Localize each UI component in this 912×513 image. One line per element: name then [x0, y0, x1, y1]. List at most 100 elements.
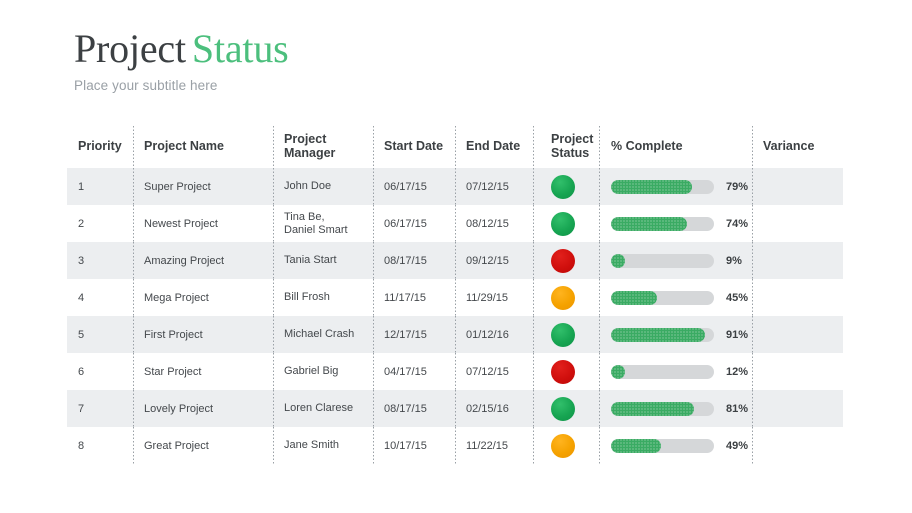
percent-complete-label: 81%	[726, 403, 748, 415]
progress-fill	[611, 365, 625, 379]
cell-project-name: Lovely Project	[133, 390, 273, 427]
status-light-green-icon	[551, 212, 575, 236]
cell-end-date: 01/12/16	[455, 316, 533, 353]
table-header-row: Priority Project Name Project Manager St…	[67, 124, 843, 168]
progress-track	[611, 439, 714, 453]
progress-track	[611, 328, 714, 342]
column-header-priority-label: Priority	[78, 139, 122, 153]
status-light-red-icon	[551, 249, 575, 273]
column-header-project-manager-line2: Manager	[284, 146, 335, 160]
cell-variance	[752, 168, 843, 205]
progress-fill	[611, 439, 661, 453]
cell-project-status	[533, 316, 599, 353]
slide: ProjectStatus Place your subtitle here P…	[0, 0, 912, 513]
cell-percent-complete: 79%	[599, 168, 752, 205]
cell-priority: 8	[67, 427, 133, 464]
cell-variance	[752, 242, 843, 279]
cell-project-manager: Tania Start	[273, 242, 373, 279]
cell-variance	[752, 205, 843, 242]
column-header-start-date-label: Start Date	[384, 139, 443, 153]
cell-priority: 1	[67, 168, 133, 205]
progress-fill	[611, 291, 657, 305]
progress-bar: 81%	[611, 402, 752, 416]
cell-project-manager: Gabriel Big	[273, 353, 373, 390]
cell-variance	[752, 427, 843, 464]
cell-project-name: Star Project	[133, 353, 273, 390]
cell-end-date: 07/12/15	[455, 168, 533, 205]
cell-priority: 2	[67, 205, 133, 242]
progress-track	[611, 402, 714, 416]
column-header-end-date-label: End Date	[466, 139, 520, 153]
status-light-red-icon	[551, 360, 575, 384]
progress-bar: 45%	[611, 291, 752, 305]
cell-priority: 7	[67, 390, 133, 427]
cell-end-date: 08/12/15	[455, 205, 533, 242]
title-block: ProjectStatus Place your subtitle here	[74, 26, 289, 93]
project-manager-line1: Tina Be,	[284, 211, 325, 223]
cell-project-status	[533, 353, 599, 390]
column-header-project-status: Project Status	[533, 124, 599, 168]
cell-project-manager: Jane Smith	[273, 427, 373, 464]
cell-end-date: 07/12/15	[455, 353, 533, 390]
page-title: ProjectStatus	[74, 26, 289, 72]
cell-start-date: 10/17/15	[373, 427, 455, 464]
project-status-table: Priority Project Name Project Manager St…	[67, 124, 843, 464]
cell-percent-complete: 81%	[599, 390, 752, 427]
page-subtitle: Place your subtitle here	[74, 78, 289, 93]
column-header-project-manager: Project Manager	[273, 124, 373, 168]
percent-complete-label: 74%	[726, 218, 748, 230]
table-row[interactable]: 5First ProjectMichael Crash12/17/1501/12…	[67, 316, 843, 353]
status-light-green-icon	[551, 397, 575, 421]
cell-variance	[752, 353, 843, 390]
table-row[interactable]: 3Amazing ProjectTania Start08/17/1509/12…	[67, 242, 843, 279]
percent-complete-label: 9%	[726, 255, 742, 267]
percent-complete-label: 91%	[726, 329, 748, 341]
table-row[interactable]: 2Newest ProjectTina Be,Daniel Smart06/17…	[67, 205, 843, 242]
table-row[interactable]: 4Mega ProjectBill Frosh11/17/1511/29/154…	[67, 279, 843, 316]
column-header-percent-complete: % Complete	[599, 124, 752, 168]
cell-project-status	[533, 205, 599, 242]
cell-project-status	[533, 427, 599, 464]
progress-bar: 74%	[611, 217, 752, 231]
table-row[interactable]: 8Great ProjectJane Smith10/17/1511/22/15…	[67, 427, 843, 464]
status-light-amber-icon	[551, 286, 575, 310]
project-manager-line2: Daniel Smart	[284, 224, 348, 236]
cell-project-manager: John Doe	[273, 168, 373, 205]
cell-project-manager: Bill Frosh	[273, 279, 373, 316]
status-light-green-icon	[551, 323, 575, 347]
column-header-variance: Variance	[752, 124, 843, 168]
cell-end-date: 02/15/16	[455, 390, 533, 427]
project-manager-line1: Gabriel Big	[284, 365, 338, 377]
percent-complete-label: 49%	[726, 440, 748, 452]
status-light-green-icon	[551, 175, 575, 199]
column-header-project-name-label: Project Name	[144, 139, 224, 153]
column-header-start-date: Start Date	[373, 124, 455, 168]
table-body: 1Super ProjectJohn Doe06/17/1507/12/1579…	[67, 168, 843, 464]
project-manager-line1: John Doe	[284, 180, 331, 192]
cell-project-status	[533, 279, 599, 316]
progress-bar: 9%	[611, 254, 752, 268]
cell-project-status	[533, 390, 599, 427]
column-header-percent-complete-label: % Complete	[611, 139, 683, 153]
progress-track	[611, 365, 714, 379]
cell-project-manager: Michael Crash	[273, 316, 373, 353]
cell-project-name: Mega Project	[133, 279, 273, 316]
project-manager-names: Bill Frosh	[284, 291, 330, 304]
cell-project-name: First Project	[133, 316, 273, 353]
table-row[interactable]: 1Super ProjectJohn Doe06/17/1507/12/1579…	[67, 168, 843, 205]
progress-fill	[611, 328, 705, 342]
page-title-main: Project	[74, 26, 186, 71]
progress-track	[611, 254, 714, 268]
project-manager-line1: Loren Clarese	[284, 402, 353, 414]
progress-bar: 79%	[611, 180, 752, 194]
cell-project-name: Great Project	[133, 427, 273, 464]
table-row[interactable]: 7Lovely ProjectLoren Clarese08/17/1502/1…	[67, 390, 843, 427]
cell-project-name: Newest Project	[133, 205, 273, 242]
column-header-project-manager-line1: Project	[284, 132, 326, 146]
percent-complete-label: 45%	[726, 292, 748, 304]
column-header-priority: Priority	[67, 124, 133, 168]
project-manager-names: John Doe	[284, 180, 331, 193]
progress-fill	[611, 254, 625, 268]
percent-complete-label: 12%	[726, 366, 748, 378]
table-row[interactable]: 6Star ProjectGabriel Big04/17/1507/12/15…	[67, 353, 843, 390]
